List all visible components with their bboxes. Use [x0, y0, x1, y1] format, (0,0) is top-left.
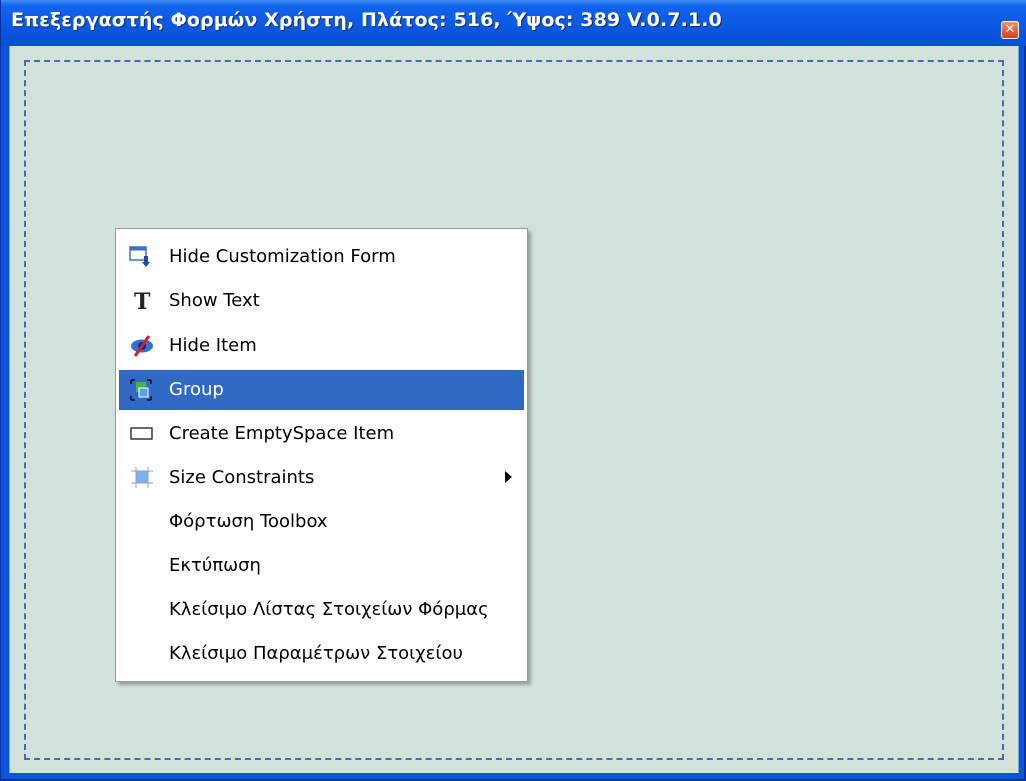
menu-item-show-text[interactable]: T Show Text — [119, 281, 524, 321]
title-bar[interactable]: Επεξεργαστής Φορμών Χρήστη, Πλάτος: 516,… — [1, 0, 1026, 46]
menu-item-label: Group — [169, 379, 224, 400]
close-button[interactable]: ✕ — [1001, 21, 1019, 39]
menu-item-label: Κλείσιμο Παραμέτρων Στοιχείου — [169, 643, 463, 664]
menu-item-label: Κλείσιμο Λίστας Στοιχείων Φόρμας — [169, 599, 489, 620]
empty-space-icon — [130, 427, 153, 440]
menu-item-close-form-items-list[interactable]: Κλείσιμο Λίστας Στοιχείων Φόρμας — [119, 590, 524, 630]
menu-item-label: Show Text — [169, 290, 260, 311]
menu-item-label: Create EmptySpace Item — [169, 423, 395, 444]
show-text-icon: T — [134, 289, 151, 313]
menu-item-create-emptyspace[interactable]: Create EmptySpace Item — [119, 414, 524, 454]
menu-item-label: Hide Item — [169, 335, 257, 356]
menu-item-hide-item[interactable]: Hide Item — [119, 326, 524, 366]
menu-item-load-toolbox[interactable]: Φόρτωση Toolbox — [119, 502, 524, 542]
menu-item-label: Hide Customization Form — [169, 246, 396, 267]
hide-item-icon — [131, 335, 153, 357]
size-constraints-icon — [131, 467, 153, 488]
window-title: Επεξεργαστής Φορμών Χρήστη, Πλάτος: 516,… — [11, 9, 722, 31]
menu-item-size-constraints[interactable]: Size Constraints — [119, 458, 524, 498]
menu-item-label: Εκτύπωση — [169, 555, 261, 576]
menu-item-print[interactable]: Εκτύπωση — [119, 546, 524, 586]
menu-item-label: Size Constraints — [169, 467, 315, 488]
menu-item-hide-customization-form[interactable]: Hide Customization Form — [119, 237, 524, 277]
context-menu: Hide Customization Form T Show Text Hide… — [115, 228, 528, 682]
svg-text:T: T — [134, 289, 151, 313]
menu-item-group[interactable]: Group — [119, 370, 524, 410]
close-icon: ✕ — [1004, 22, 1016, 37]
menu-item-label: Φόρτωση Toolbox — [169, 511, 328, 532]
hide-customization-form-icon — [129, 246, 151, 267]
menu-item-close-item-parameters[interactable]: Κλείσιμο Παραμέτρων Στοιχείου — [119, 634, 524, 674]
submenu-arrow-icon — [505, 471, 512, 483]
group-icon — [130, 379, 152, 401]
